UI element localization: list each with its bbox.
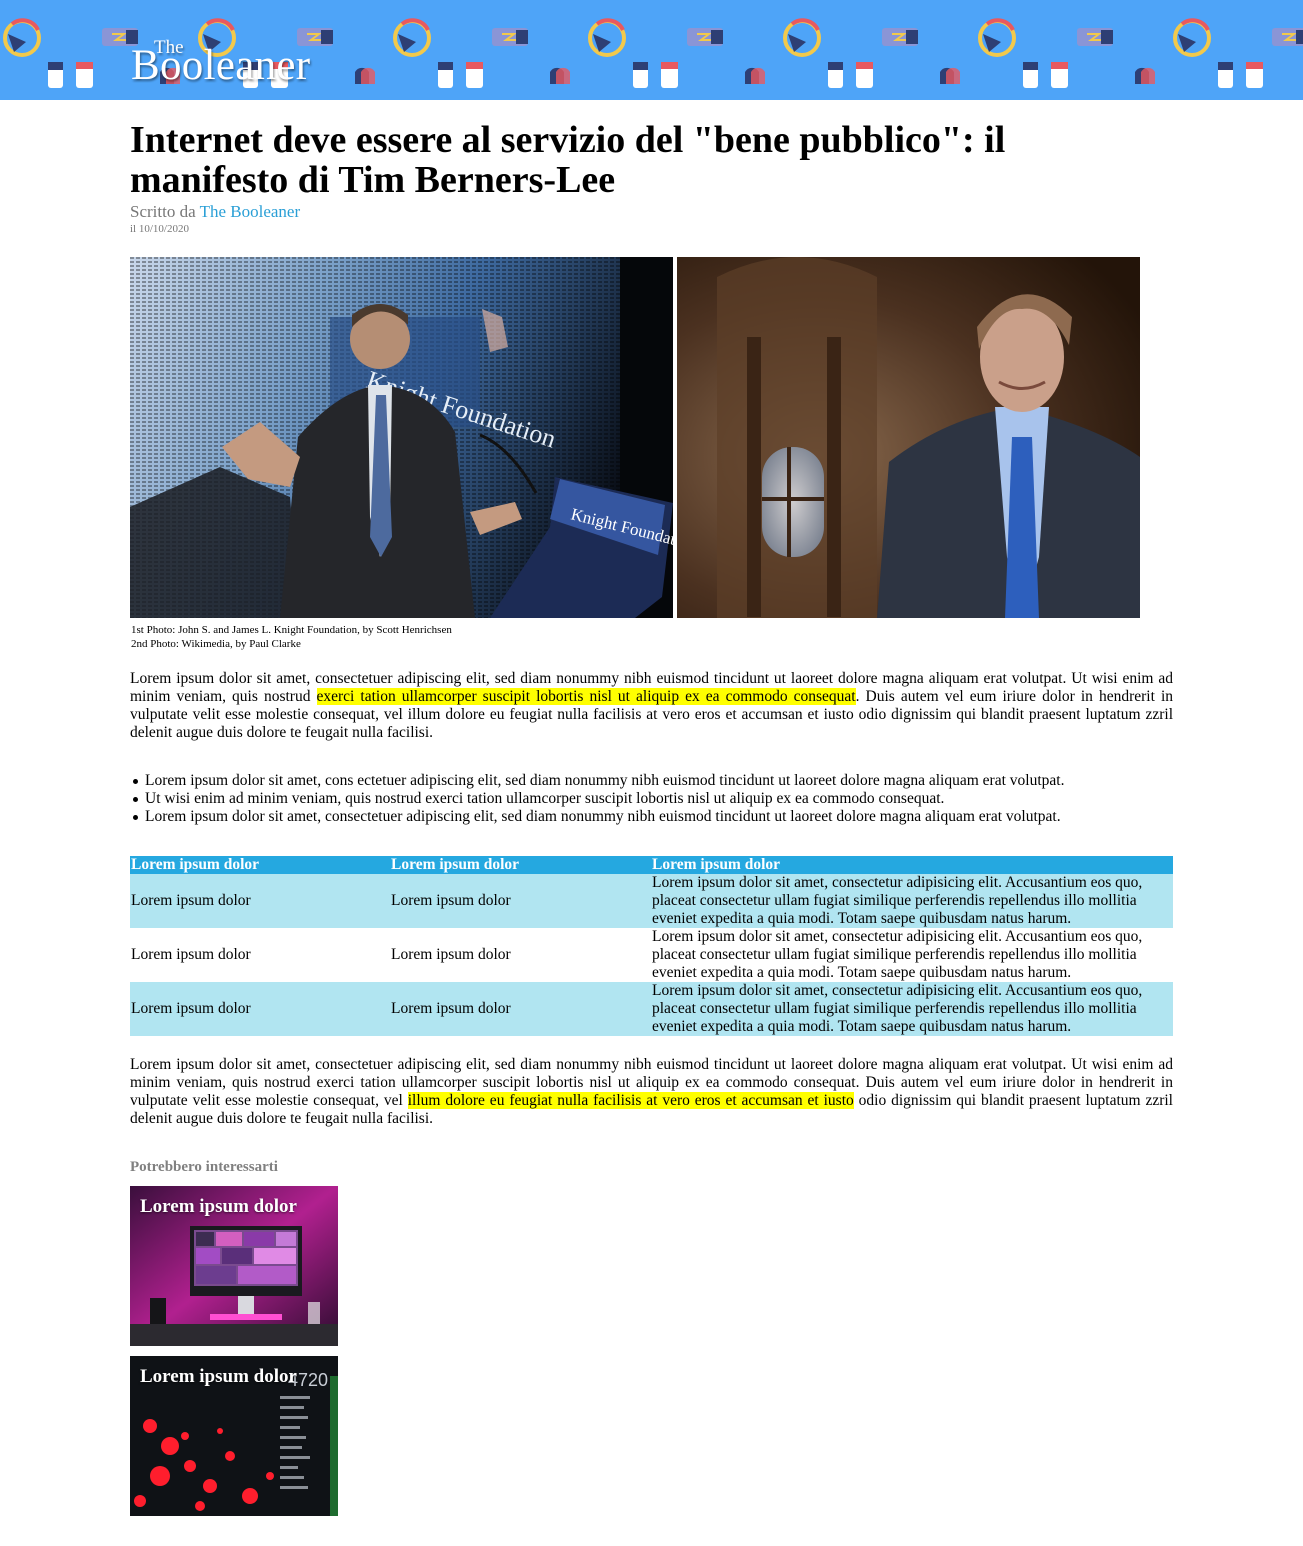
banner-pattern-icon (588, 18, 765, 88)
table-row: Lorem ipsum dolor Lorem ipsum dolor Lore… (130, 874, 1173, 928)
table-cell: Lorem ipsum dolor sit amet, consectetur … (651, 982, 1173, 1036)
related-article-card[interactable]: Lorem ipsum dolor (130, 1186, 338, 1346)
table-header-cell: Lorem ipsum dolor (651, 856, 1173, 874)
table-header-cell: Lorem ipsum dolor (390, 856, 651, 874)
publish-date: il 10/10/2020 (130, 223, 189, 235)
related-article-card[interactable]: 4720 Lorem ipsum dolor (130, 1356, 338, 1516)
banner-pattern-icon (393, 18, 570, 88)
article-paragraph-2: Lorem ipsum dolor sit amet, consectetuer… (130, 1056, 1173, 1128)
table-cell: Lorem ipsum dolor (130, 982, 390, 1036)
bullet-list: Lorem ipsum dolor sit amet, cons ectetue… (132, 772, 1065, 826)
byline: Scritto da The Booleaner (130, 202, 300, 222)
article-photo-portrait (677, 257, 1140, 618)
site-header-banner: The Booleaner (0, 0, 1303, 100)
highlighted-text: exerci tation ullamcorper suscipit lobor… (316, 688, 856, 705)
banner-pattern-icon (783, 18, 960, 88)
photo-caption: 1st Photo: John S. and James L. Knight F… (131, 623, 452, 651)
article-paragraph-1: Lorem ipsum dolor sit amet, consectetuer… (130, 670, 1173, 742)
table-header-row: Lorem ipsum dolor Lorem ipsum dolor Lore… (130, 856, 1173, 874)
photo-caption-1: 1st Photo: John S. and James L. Knight F… (131, 624, 452, 636)
logo-name-text: Booleaner (131, 42, 311, 89)
table-cell: Lorem ipsum dolor (390, 982, 651, 1036)
byline-prefix: Scritto da (130, 202, 196, 221)
article-title: Internet deve essere al servizio del "be… (130, 119, 1006, 201)
table-cell: Lorem ipsum dolor (390, 874, 651, 928)
related-card-title: Lorem ipsum dolor (140, 1196, 297, 1217)
bullet-item: Lorem ipsum dolor sit amet, consectetuer… (132, 808, 1064, 826)
table-cell: Lorem ipsum dolor (130, 874, 390, 928)
highlighted-text: illum dolore eu feugiat nulla facilisis … (407, 1092, 854, 1109)
data-table: Lorem ipsum dolor Lorem ipsum dolor Lore… (130, 856, 1173, 1036)
bullet-item: Ut wisi enim ad minim veniam, quis nostr… (132, 790, 1064, 808)
author-link[interactable]: The Booleaner (200, 202, 301, 221)
table-cell: Lorem ipsum dolor (391, 946, 511, 963)
related-card-title: Lorem ipsum dolor (140, 1366, 297, 1387)
photo-caption-2: 2nd Photo: Wikimedia, by Paul Clarke (131, 638, 301, 650)
table-cell: Lorem ipsum dolor sit amet, consectetur … (652, 928, 1143, 981)
table-row: Lorem ipsum dolor Lorem ipsum dolor Lore… (130, 982, 1173, 1036)
bullet-item: Lorem ipsum dolor sit amet, cons ectetue… (132, 772, 1065, 789)
banner-pattern-icon (978, 18, 1155, 88)
table-cell: Lorem ipsum dolor (131, 946, 251, 963)
article-photo-podium: Knight Foundation Knight Foundation (130, 257, 673, 618)
related-section-title: Potrebbero interessarti (130, 1159, 278, 1175)
banner-pattern-icon (1173, 18, 1303, 88)
table-row: Lorem ipsum dolor Lorem ipsum dolor Lore… (130, 928, 1173, 982)
table-header-cell: Lorem ipsum dolor (130, 856, 390, 874)
table-cell: Lorem ipsum dolor sit amet, consectetur … (651, 874, 1173, 928)
